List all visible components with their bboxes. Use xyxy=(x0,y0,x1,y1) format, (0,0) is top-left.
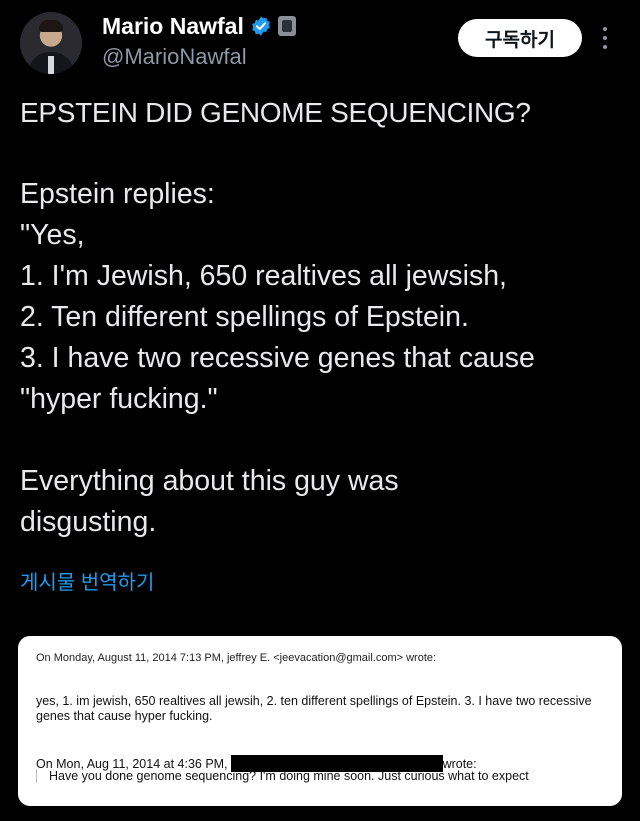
post-line: 2. Ten different spellings of Epstein. xyxy=(20,301,469,333)
post-text: EPSTEIN DID GENOME SEQUENCING? Epstein r… xyxy=(20,92,624,543)
post-line: 1. I'm Jewish, 650 realtives all jewsish… xyxy=(20,260,507,292)
affiliate-badge-icon xyxy=(277,16,296,36)
email-reply-text: yes, 1. im jewish, 650 realtives all jew… xyxy=(36,694,592,723)
post-line: "hyper fucking." xyxy=(20,383,218,415)
avatar[interactable] xyxy=(20,12,82,74)
verified-badge-icon xyxy=(252,16,270,36)
email-quoted-text: Have you done genome sequencing? I'm doi… xyxy=(36,769,616,783)
subscribe-button[interactable]: 구독하기 xyxy=(458,19,582,57)
email-header: On Monday, August 11, 2014 7:13 PM, jeff… xyxy=(36,652,437,664)
author-name-row: Mario Nawfal xyxy=(102,10,296,42)
email-screenshot-image[interactable]: On Monday, August 11, 2014 7:13 PM, jeff… xyxy=(18,636,622,806)
post-line: "Yes, xyxy=(20,219,85,251)
post-line: 3. I have two recessive genes that cause xyxy=(20,342,535,374)
author-name[interactable]: Mario Nawfal xyxy=(102,13,244,40)
author-handle[interactable]: @MarioNawfal xyxy=(102,44,247,70)
post-line: Epstein replies: xyxy=(20,178,215,210)
post-closing: Everything about this guy was disgusting… xyxy=(20,465,399,538)
post-header: Mario Nawfal @MarioNawfal 구독하기 xyxy=(0,0,640,80)
translate-post-link[interactable]: 게시물 번역하기 xyxy=(20,566,154,595)
more-options-icon[interactable] xyxy=(597,24,613,52)
post-headline: EPSTEIN DID GENOME SEQUENCING? xyxy=(20,97,531,128)
